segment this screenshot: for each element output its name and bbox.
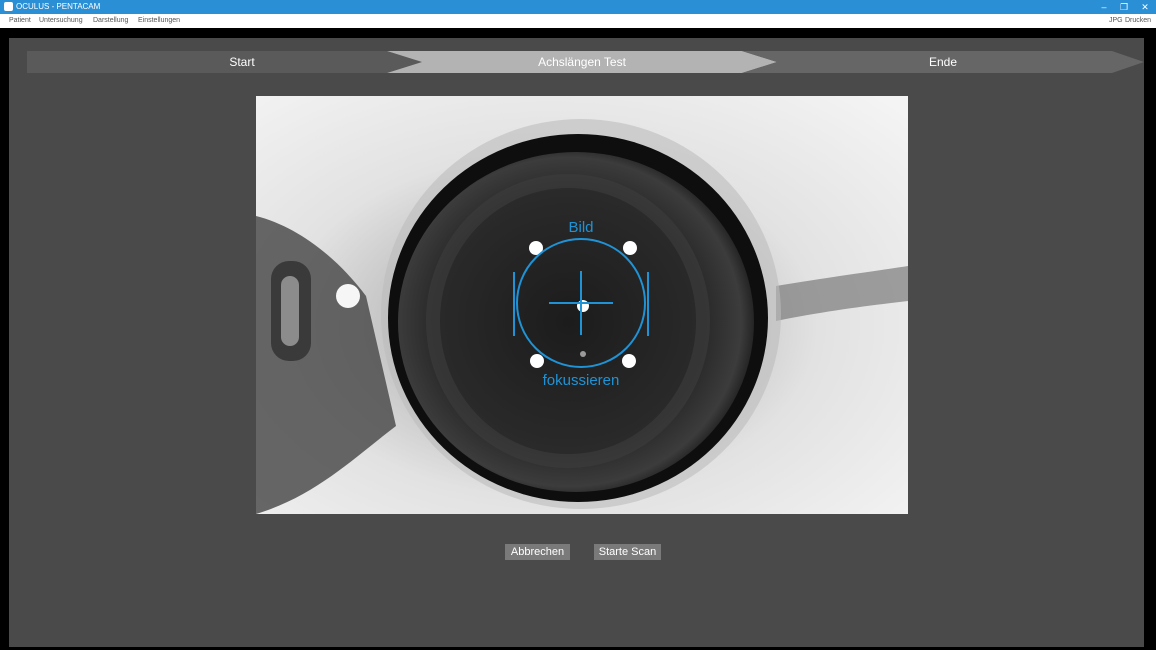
menu-patient[interactable]: Patient: [9, 14, 31, 28]
menu-darstellung[interactable]: Darstellung: [93, 14, 128, 28]
close-icon[interactable]: ✕: [1135, 0, 1155, 14]
menu-bar: Patient Untersuchung Darstellung Einstel…: [0, 14, 1156, 28]
oculus-app-icon: [4, 2, 13, 11]
eye-image: [256, 96, 908, 514]
restore-icon[interactable]: ❐: [1114, 0, 1134, 14]
step-achslaengen-label: Achslängen Test: [538, 55, 626, 69]
menu-untersuchung[interactable]: Untersuchung: [39, 14, 83, 28]
step-ende-label: Ende: [928, 55, 958, 69]
main-frame: Start Achslängen Test Ende Bild fokussie…: [0, 28, 1156, 650]
step-start: Start: [27, 51, 422, 73]
main-panel: Start Achslängen Test Ende Bild fokussie…: [9, 38, 1144, 647]
title-bar: OCULUS - PENTACAM – ❐ ✕: [0, 0, 1156, 14]
window-title: OCULUS - PENTACAM: [16, 2, 101, 11]
camera-view: Bild fokussieren: [256, 96, 908, 514]
start-scan-button[interactable]: Starte Scan: [594, 544, 661, 560]
step-achslaengen: Achslängen Test: [387, 51, 777, 73]
cancel-button[interactable]: Abbrechen: [505, 544, 570, 560]
overlay-fokussieren-text: fokussieren: [542, 372, 620, 389]
step-ende: Ende: [742, 51, 1144, 73]
menu-jpg[interactable]: JPG: [1109, 14, 1123, 28]
menu-drucken[interactable]: Drucken: [1125, 14, 1151, 28]
menu-einstellungen[interactable]: Einstellungen: [138, 14, 180, 28]
overlay-bild-text: Bild: [568, 219, 594, 236]
minimize-icon[interactable]: –: [1094, 0, 1114, 14]
